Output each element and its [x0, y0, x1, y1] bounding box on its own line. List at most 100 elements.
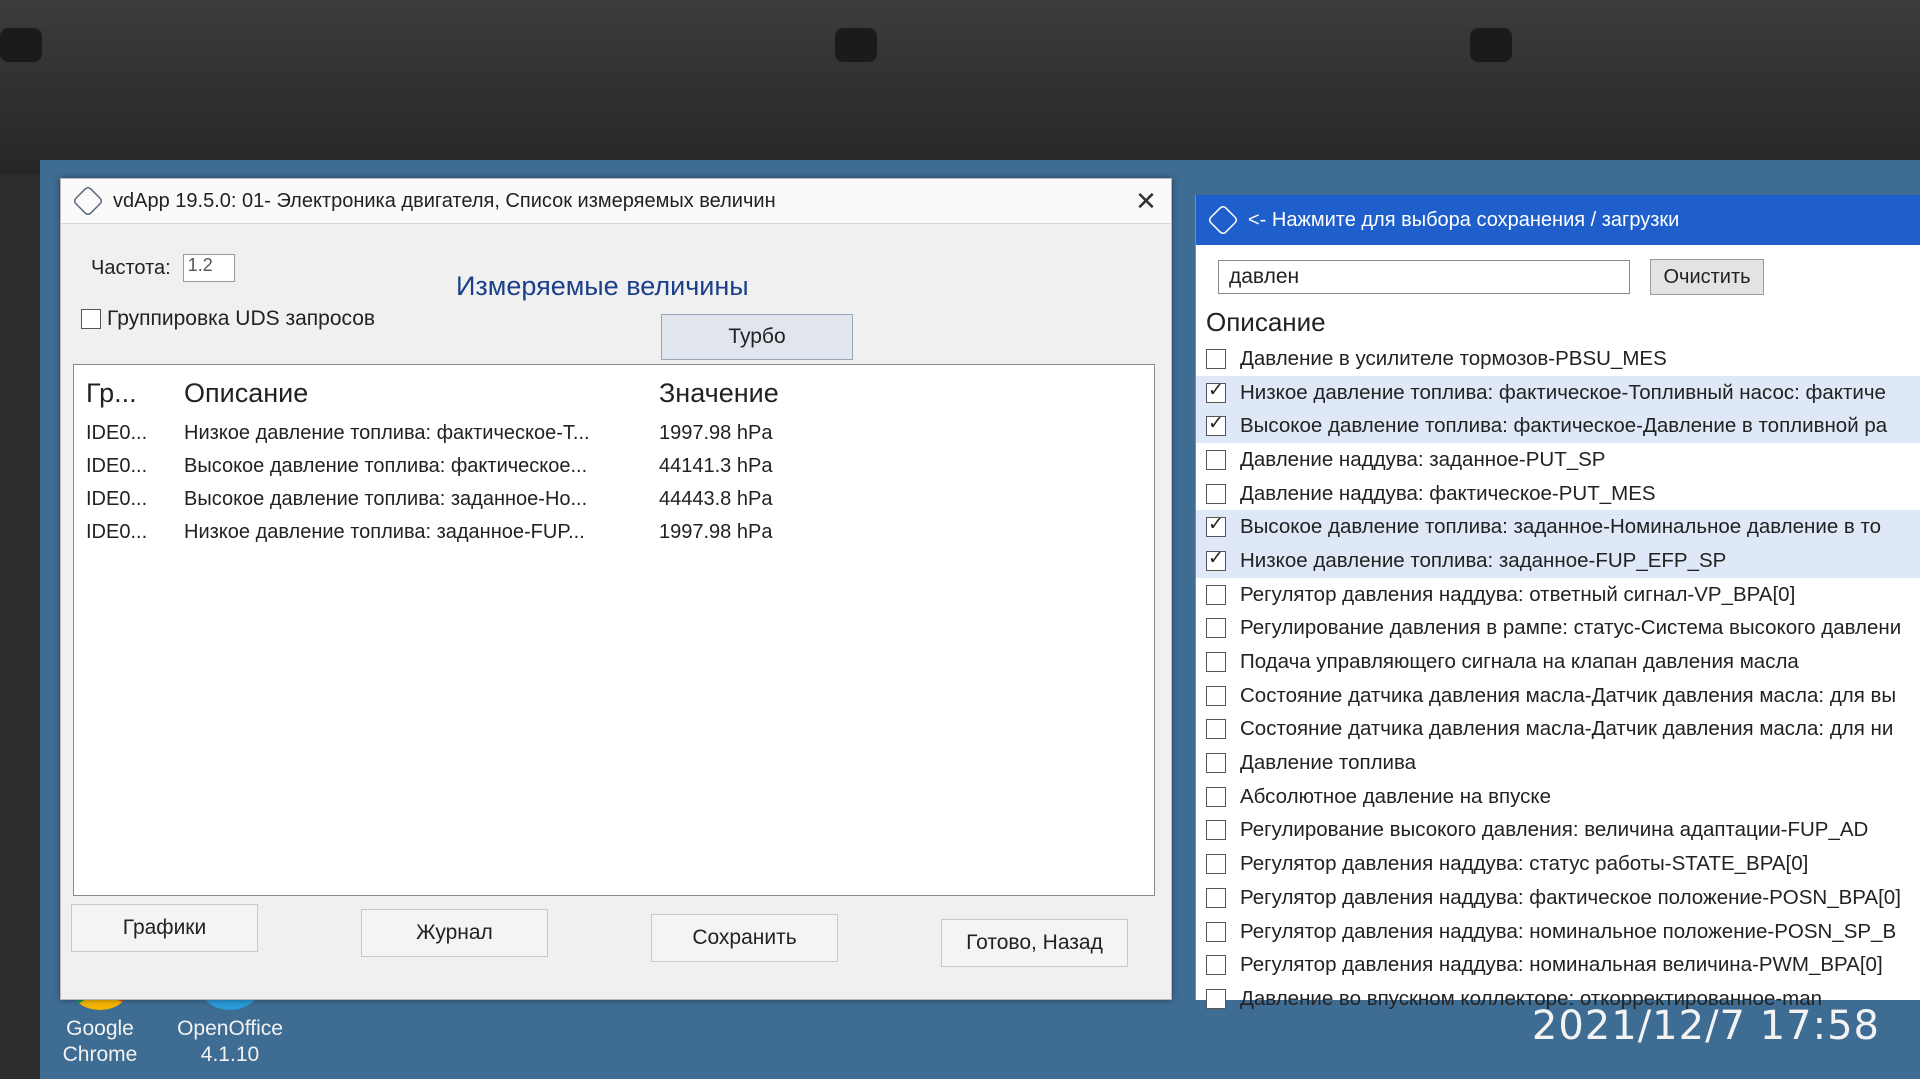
parameter-list-item[interactable]: Регулятор давления наддува: фактическое …	[1196, 881, 1920, 915]
parameter-label: Давление наддува: фактическое-PUT_MES	[1240, 481, 1656, 505]
parameter-list-item[interactable]: Регулирование давления в рампе: статус-С…	[1196, 612, 1920, 646]
parameter-label: Регулятор давления наддува: номинальная …	[1240, 953, 1883, 977]
parameter-list-item[interactable]: Регулирование высокого давления: величин…	[1196, 814, 1920, 848]
parameter-label: Давление в усилителе тормозов-PBSU_MES	[1240, 346, 1667, 370]
row-group: IDE0...	[86, 422, 148, 444]
frequency-label: Частота:	[91, 256, 171, 279]
parameter-list-item[interactable]: Состояние датчика давления масла-Датчик …	[1196, 679, 1920, 713]
parameter-label: Регулирование высокого давления: величин…	[1240, 818, 1869, 842]
parameter-list-item[interactable]: Высокое давление топлива: фактическое-Да…	[1196, 409, 1920, 444]
bezel-bump	[835, 28, 877, 62]
app-icon	[72, 185, 104, 217]
parameter-checkbox[interactable]	[1206, 547, 1226, 571]
parameter-list-item[interactable]: Давление в усилителе тормозов-PBSU_MES	[1196, 342, 1920, 376]
journal-button[interactable]: Журнал	[361, 909, 548, 957]
parameter-label: Высокое давление топлива: заданное-Номин…	[1240, 515, 1882, 539]
parameter-checkbox[interactable]	[1206, 348, 1226, 369]
parameter-checkbox[interactable]	[1206, 379, 1226, 403]
table-row[interactable]: IDE0... Низкое давление топлива: фактиче…	[74, 417, 1154, 450]
row-description: Высокое давление топлива: заданное-Но...	[184, 488, 588, 510]
parameter-list-item[interactable]: Подача управляющего сигнала на клапан да…	[1196, 645, 1920, 679]
close-button[interactable]: ✕	[1121, 186, 1171, 217]
list-header-description: Описание	[1206, 307, 1326, 337]
parameter-list-item[interactable]: Давление топлива	[1196, 746, 1920, 780]
app-icon	[1207, 204, 1239, 236]
laptop-bezel	[0, 0, 1920, 175]
parameter-checkbox[interactable]	[1206, 584, 1226, 605]
row-value: 1997.98 hPa	[659, 422, 773, 444]
bezel-hinge-left	[0, 28, 42, 62]
parameter-checkbox[interactable]	[1206, 887, 1226, 908]
parameter-checkbox[interactable]	[1206, 988, 1226, 1009]
desktop-icon-label: Google	[66, 1017, 134, 1040]
measured-values-window: vdApp 19.5.0: 01- Электроника двигателя,…	[60, 178, 1172, 1000]
frequency-field[interactable]: 1.2	[182, 254, 235, 282]
parameter-label: Регулирование давления в рампе: статус-С…	[1240, 616, 1902, 640]
frequency-row: Частота: 1.2	[91, 254, 235, 282]
parameter-checkbox[interactable]	[1206, 719, 1226, 740]
parameter-checkbox[interactable]	[1206, 820, 1226, 841]
parameter-checkbox[interactable]	[1206, 685, 1226, 706]
parameter-list-item[interactable]: Регулятор давления наддува: ответный сиг…	[1196, 578, 1920, 612]
parameter-checkbox[interactable]	[1206, 921, 1226, 942]
parameter-list-item[interactable]: Давление наддува: заданное-PUT_SP	[1196, 443, 1920, 477]
parameter-checkbox[interactable]	[1206, 449, 1226, 470]
uds-grouping-row[interactable]: Группировка UDS запросов	[81, 307, 375, 331]
clear-button[interactable]: Очистить	[1650, 259, 1764, 295]
parameter-list-item[interactable]: Абсолютное давление на впуске	[1196, 780, 1920, 814]
parameter-list-item[interactable]: Низкое давление топлива: фактическое-Топ…	[1196, 375, 1920, 410]
parameter-checkbox[interactable]	[1206, 854, 1226, 875]
table-row[interactable]: IDE0... Низкое давление топлива: заданно…	[74, 516, 1154, 549]
done-back-button[interactable]: Готово, Назад	[941, 919, 1128, 967]
uds-grouping-checkbox[interactable]	[81, 309, 101, 329]
column-header-value[interactable]: Значение	[649, 378, 959, 409]
parameter-label: Давление во впускном коллекторе: откорре…	[1240, 986, 1823, 1010]
search-row: Очистить	[1196, 245, 1920, 295]
parameter-list[interactable]: Давление в усилителе тормозов-PBSU_MES Ни…	[1196, 342, 1920, 1016]
desktop-icon-label: Chrome	[62, 1043, 138, 1066]
parameter-list-item[interactable]: Высокое давление топлива: заданное-Номин…	[1196, 510, 1920, 545]
table-row[interactable]: IDE0... Высокое давление топлива: фактич…	[74, 450, 1154, 483]
row-group: IDE0...	[86, 521, 148, 543]
save-load-title-bar[interactable]: <- Нажмите для выбора сохранения / загру…	[1196, 195, 1920, 245]
uds-grouping-label: Группировка UDS запросов	[107, 307, 376, 330]
parameter-checkbox[interactable]	[1206, 753, 1226, 774]
parameter-list-item[interactable]: Регулятор давления наддува: статус работ…	[1196, 847, 1920, 881]
row-group: IDE0...	[86, 488, 148, 510]
parameter-list-item[interactable]: Состояние датчика давления масла-Датчик …	[1196, 713, 1920, 747]
parameter-label: Состояние датчика давления масла-Датчик …	[1240, 717, 1894, 741]
parameter-label: Давление топлива	[1240, 751, 1417, 775]
parameter-list-item[interactable]: Низкое давление топлива: заданное-FUP_EF…	[1196, 544, 1920, 578]
column-header-group[interactable]: Гр...	[74, 378, 176, 409]
bezel-bump	[1470, 28, 1512, 62]
desktop-icon-label: 4.1.10	[200, 1043, 260, 1066]
parameter-list-item[interactable]: Регулятор давления наддува: номинальное …	[1196, 915, 1920, 949]
row-value: 44443.8 hPa	[659, 488, 773, 510]
measured-values-list[interactable]: Гр... Описание Значение IDE0... Низкое д…	[73, 364, 1155, 896]
row-value: 44141.3 hPa	[659, 455, 773, 477]
row-description: Высокое давление топлива: фактическое...	[184, 455, 588, 477]
table-row[interactable]: IDE0... Высокое давление топлива: заданн…	[74, 483, 1154, 516]
parameter-checkbox[interactable]	[1206, 652, 1226, 673]
parameter-list-item[interactable]: Давление наддува: фактическое-PUT_MES	[1196, 477, 1920, 511]
parameter-checkbox[interactable]	[1206, 786, 1226, 807]
parameter-list-item[interactable]: Регулятор давления наддува: номинальная …	[1196, 948, 1920, 982]
parameter-label: Давление наддува: заданное-PUT_SP	[1240, 447, 1606, 471]
parameter-selection-panel: <- Нажмите для выбора сохранения / загру…	[1195, 195, 1920, 1010]
parameter-list-item[interactable]: Давление во впускном коллекторе: откорре…	[1196, 982, 1920, 1016]
title-bar[interactable]: vdApp 19.5.0: 01- Электроника двигателя,…	[61, 179, 1171, 224]
parameter-label: Абсолютное давление на впуске	[1240, 784, 1552, 808]
parameter-checkbox[interactable]	[1206, 412, 1226, 437]
turbo-button[interactable]: Турбо	[661, 314, 853, 360]
parameter-checkbox[interactable]	[1206, 618, 1226, 639]
column-header-description[interactable]: Описание	[176, 378, 649, 409]
parameter-checkbox[interactable]	[1206, 483, 1226, 504]
search-input[interactable]	[1218, 260, 1630, 294]
parameter-label: Регулятор давления наддува: статус работ…	[1240, 852, 1809, 876]
parameter-checkbox[interactable]	[1206, 955, 1226, 976]
parameter-label: Состояние датчика давления масла-Датчик …	[1240, 683, 1897, 707]
parameter-checkbox[interactable]	[1206, 513, 1226, 538]
row-description: Низкое давление топлива: заданное-FUP...	[184, 521, 585, 543]
save-button[interactable]: Сохранить	[651, 914, 838, 962]
graphs-button[interactable]: Графики	[71, 904, 258, 952]
